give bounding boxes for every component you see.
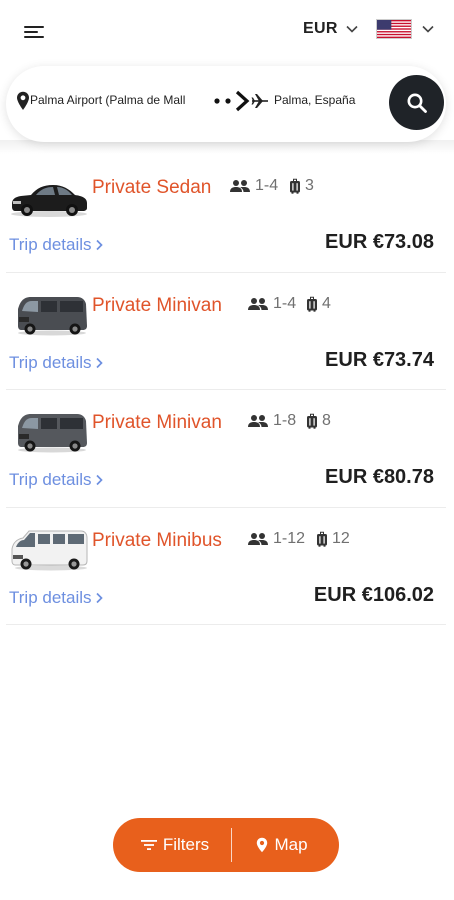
header-shadow [0,140,454,154]
dropoff-location[interactable]: Palma, España [274,93,355,107]
result-card[interactable]: Private Minivan 1-4 4 Trip details EUR €… [6,273,446,390]
filters-map-bar: Filters Map [113,818,339,872]
results-list: Private Sedan 1-4 3 Trip details EUR €73… [6,155,446,625]
passenger-count: 1-8 [273,412,297,429]
trip-details-label: Trip details [9,470,92,489]
luggage-count: 4 [322,294,331,312]
vehicle-name[interactable]: Private Sedan [92,177,211,199]
luggage-capacity: 3 [289,177,314,195]
price: EUR €106.02 [313,583,434,606]
currency-label: EUR [303,20,338,37]
chevron-down-icon [346,25,358,33]
search-icon [407,93,427,113]
top-bar: EUR [0,0,454,60]
passenger-count: 1-4 [273,294,297,312]
vehicle-name[interactable]: Private Minibus [92,530,222,552]
result-card[interactable]: Private Sedan 1-4 3 Trip details EUR €73… [6,155,446,273]
result-card[interactable]: Private Minivan 1-8 8 Trip details EUR €… [6,390,446,508]
minivan-icon [18,296,87,335]
trip-details-label: Trip details [9,587,92,607]
luggage-capacity: 12 [316,530,350,548]
sedan-icon [11,185,87,217]
people-icon [230,180,250,192]
currency-selector[interactable]: EUR [303,20,358,38]
passenger-count: 1-12 [273,529,306,547]
luggage-capacity: 4 [306,295,331,313]
filter-icon [140,840,157,850]
trip-details-link[interactable]: Trip details [9,235,103,255]
luggage-count: 12 [332,529,350,547]
vehicle-name[interactable]: Private Minivan [92,295,222,317]
luggage-icon [307,296,317,312]
minivan-icon [18,414,87,453]
luggage-icon [307,413,317,429]
luggage-capacity: 8 [306,412,331,430]
luggage-count: 3 [305,177,314,194]
language-selector[interactable] [376,19,434,39]
people-icon [248,532,268,545]
result-card[interactable]: Private Minibus 1-12 12 Trip details EUR… [6,508,446,625]
minibus-icon [11,530,88,570]
filters-label: Filters [162,835,210,854]
chevron-right-icon [95,474,103,486]
plane-icon [251,94,268,108]
trip-details-link[interactable]: Trip details [9,588,103,608]
us-flag-icon [376,19,412,39]
people-icon [248,415,268,427]
price: EUR €73.08 [325,231,434,253]
search-button[interactable] [389,75,444,130]
filters-button[interactable]: Filters [113,818,231,872]
chevron-right-icon [95,357,103,368]
pickup-location[interactable]: Palma Airport (Palma de Mall [30,93,208,107]
chevron-right-icon [95,592,103,603]
luggage-count: 8 [322,412,331,429]
map-button[interactable]: Map [232,818,338,872]
vehicle-name[interactable]: Private Minivan [92,412,222,434]
luggage-icon [290,178,300,194]
trip-details-label: Trip details [9,352,92,372]
chevron-down-icon [422,25,434,33]
price: EUR €73.74 [325,348,434,371]
passenger-capacity: 1-4 [247,295,296,313]
passenger-capacity: 1-8 [247,412,296,430]
trip-details-label: Trip details [9,235,92,254]
chevron-right-icon [95,239,103,251]
people-icon [248,297,268,310]
route-arrow-icon [214,90,268,112]
luggage-icon [317,531,327,547]
map-label: Map [274,835,308,854]
passenger-count: 1-4 [255,177,279,194]
passenger-capacity: 1-12 [247,530,305,548]
passenger-capacity: 1-4 [229,177,278,195]
price: EUR €80.78 [325,466,434,488]
trip-details-link[interactable]: Trip details [9,353,103,373]
map-pin-icon [257,837,268,853]
location-pin-icon [17,91,29,110]
trip-details-link[interactable]: Trip details [9,470,103,490]
hamburger-menu-icon[interactable] [24,24,44,40]
